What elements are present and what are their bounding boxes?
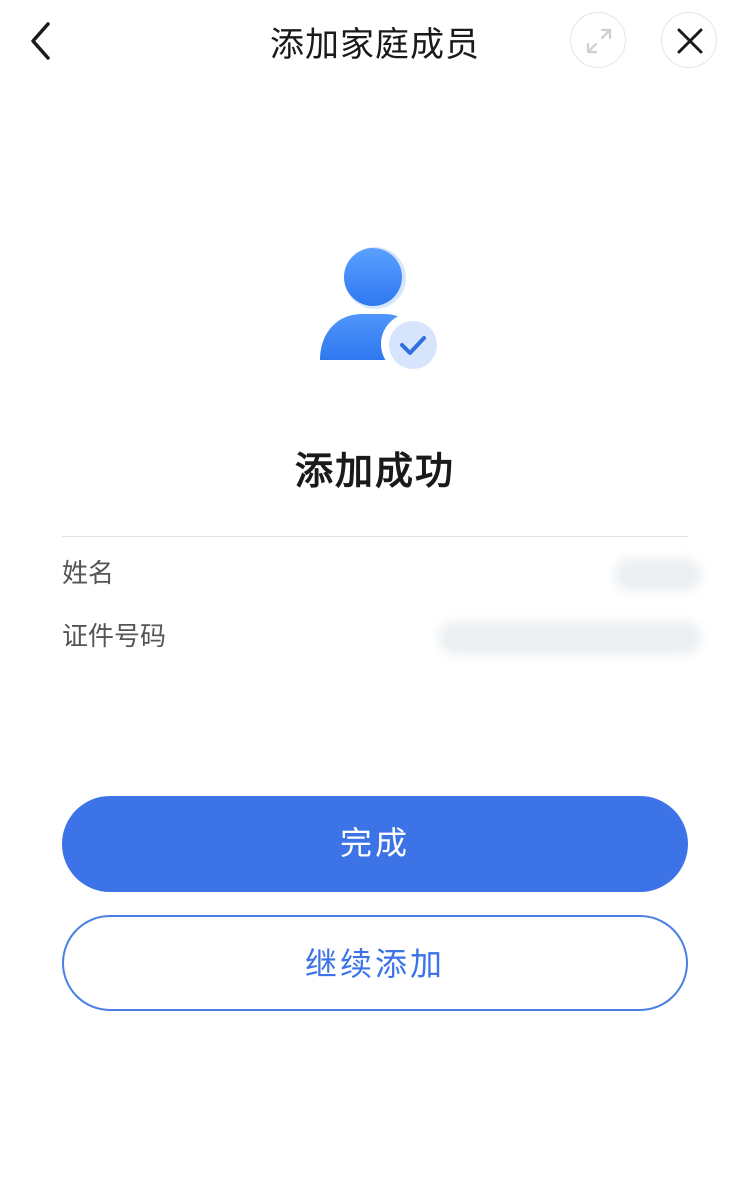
info-row-id: 证件号码 bbox=[62, 617, 702, 657]
continue-adding-button[interactable]: 继续添加 bbox=[62, 915, 688, 1011]
id-label: 证件号码 bbox=[62, 622, 167, 652]
info-row-name: 姓名 bbox=[62, 554, 702, 594]
user-check-icon bbox=[320, 247, 443, 375]
success-illustration bbox=[312, 240, 443, 380]
expand-button[interactable] bbox=[570, 12, 626, 68]
expand-icon bbox=[586, 28, 612, 54]
header-bar: 添加家庭成员 bbox=[0, 0, 750, 84]
done-button[interactable]: 完成 bbox=[62, 796, 688, 892]
name-label: 姓名 bbox=[62, 559, 115, 589]
page-title: 添加家庭成员 bbox=[270, 25, 480, 65]
divider bbox=[62, 536, 688, 537]
close-icon bbox=[677, 28, 703, 54]
success-title: 添加成功 bbox=[294, 449, 455, 493]
name-value-redacted bbox=[614, 558, 702, 592]
close-button[interactable] bbox=[661, 12, 717, 68]
id-value-redacted bbox=[438, 621, 702, 655]
